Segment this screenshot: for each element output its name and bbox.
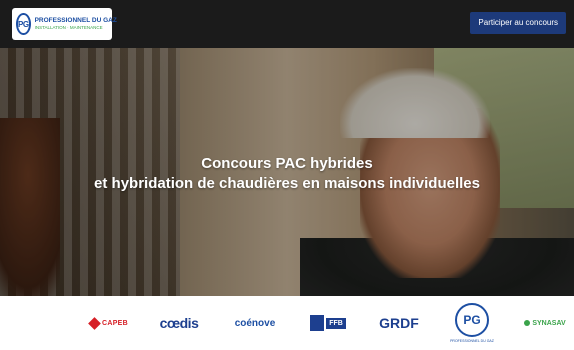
cedis-logo[interactable]: cœdis [154, 310, 204, 336]
synasav-logo[interactable]: SYNASAV [520, 310, 570, 336]
hero-title: Concours PAC hybrides et hybridation de … [0, 154, 574, 194]
pg-logo-text: PROFESSIONNEL DU GAZ INSTALLATION · MAIN… [34, 16, 117, 31]
pg-partner-logo[interactable]: PG PROFESSIONNEL DU GAZ [450, 302, 494, 344]
coenove-logo[interactable]: coénove [228, 310, 282, 336]
pg-partner-label: PROFESSIONNEL DU GAZ [450, 339, 494, 343]
pg-partner-mark: PG [455, 303, 489, 337]
pg-logo[interactable]: PG PROFESSIONNEL DU GAZ INSTALLATION · M… [12, 8, 117, 40]
participate-button[interactable]: Participer au concours [470, 12, 566, 34]
hero-banner: Concours PAC hybrides et hybridation de … [0, 48, 574, 296]
hero-title-line-2: et hybridation de chaudières en maisons … [94, 175, 480, 192]
synasav-icon [524, 320, 531, 326]
pg-logo-mark: PG [16, 13, 31, 35]
hero-title-line-1: Concours PAC hybrides [201, 155, 373, 172]
top-bar: PG PROFESSIONNEL DU GAZ INSTALLATION · M… [0, 0, 574, 48]
synasav-label: SYNASAV [532, 319, 566, 327]
capeb-icon [88, 316, 101, 330]
pg-logo-subtitle: INSTALLATION · MAINTENANCE [34, 25, 103, 30]
ffb-label: FFB [326, 317, 346, 329]
partner-logos: CAPEB cœdis coénove FFB GRDF PG PROFESSI… [0, 296, 574, 350]
ffb-icon [310, 315, 325, 331]
grdf-logo[interactable]: GRDF [374, 310, 424, 336]
capeb-logo[interactable]: CAPEB [84, 310, 134, 336]
capeb-label: CAPEB [101, 319, 128, 327]
pg-logo-title: PROFESSIONNEL DU GAZ [34, 16, 117, 24]
ffb-logo[interactable]: FFB [302, 310, 354, 336]
